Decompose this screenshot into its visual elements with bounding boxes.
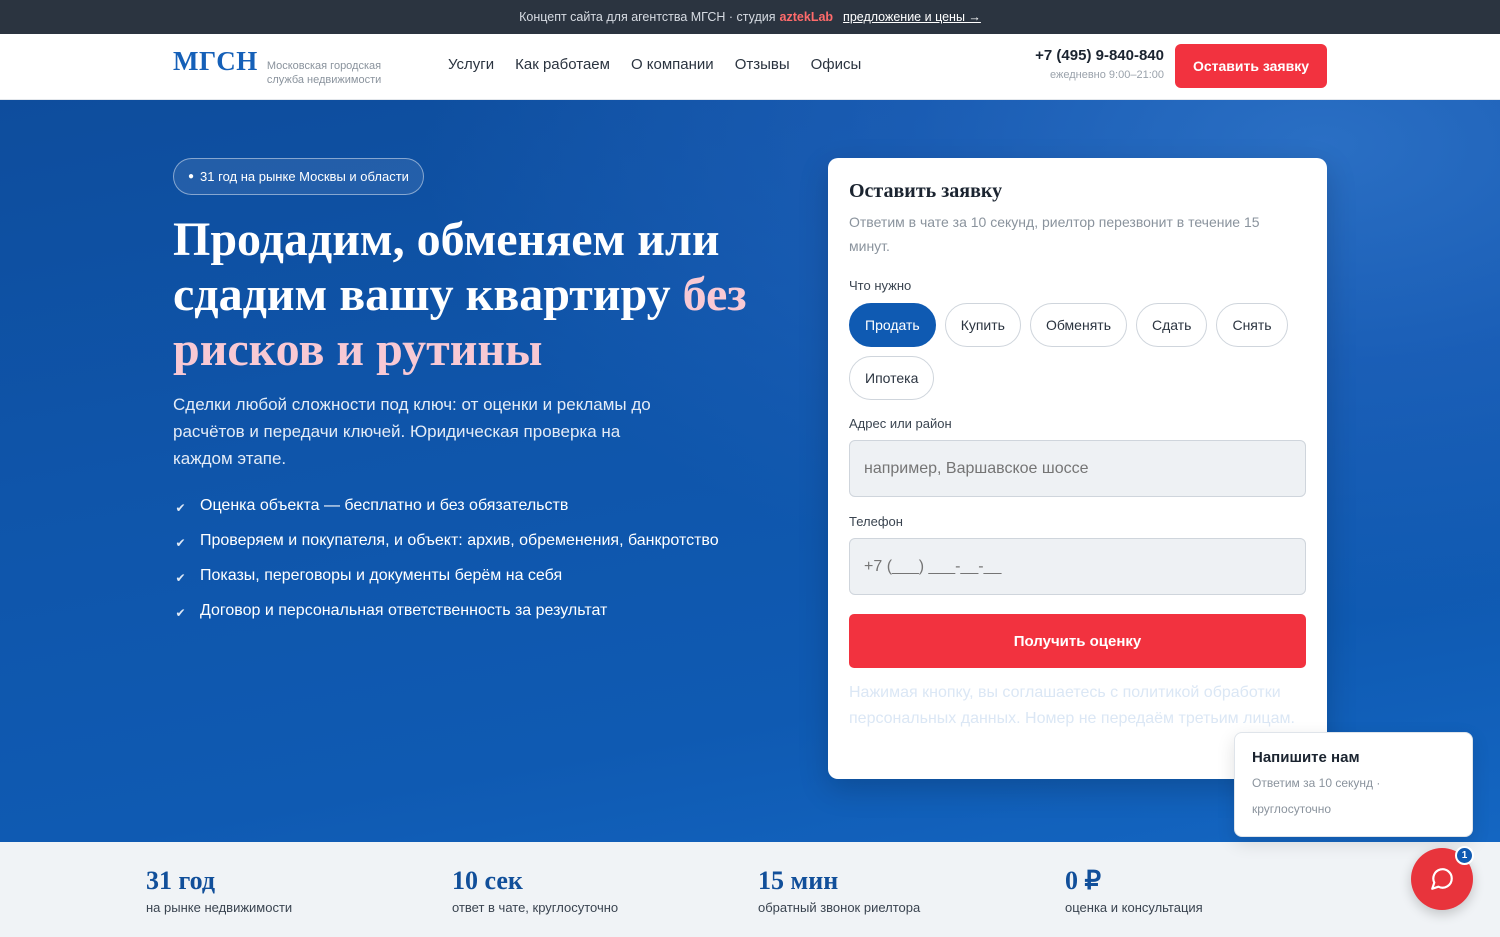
logo[interactable]: МГСН Московская городская служба недвижи… [173,48,397,87]
option-rent-out[interactable]: Сдать [1135,303,1208,347]
experience-badge: ● 31 год на рынке Москвы и области [173,158,424,195]
nav-item-about[interactable]: О компании [631,56,714,73]
nav-item-reviews[interactable]: Отзывы [735,56,790,73]
hero-title: Продадим, обменяем или сдадим вашу кварт… [173,212,773,377]
check-icon: ✔ [175,570,186,585]
chat-subtitle: Ответим за 10 секунд · круглосуточно [1252,776,1381,816]
stat-label: обратный звонок риелтора [758,900,921,915]
option-sell[interactable]: Продать [849,303,936,347]
hero-section: ● 31 год на рынке Москвы и области Прода… [0,100,1500,842]
stat-label: на рынке недвижимости [146,900,293,915]
phone-input[interactable] [849,538,1306,595]
privacy-notice: Нажимая кнопку, вы соглашаетесь с полити… [849,684,1295,727]
get-estimate-button[interactable]: Получить оценку [849,614,1306,668]
stat-label: оценка и консультация [1065,900,1203,915]
stat-item: 10 сек ответ в чате, круглосуточно [452,866,618,915]
hero-title-main: Продадим, обменяем или сдадим вашу кварт… [173,213,720,321]
studio-name: aztekLab [779,10,834,24]
check-icon: ✔ [175,500,186,515]
stat-label: ответ в чате, круглосуточно [452,900,619,915]
phone-number[interactable]: +7 (495) 9-840-840 [1035,47,1164,64]
option-buy[interactable]: Купить [944,303,1021,347]
header-request-button[interactable]: Оставить заявку [1175,44,1327,88]
stat-value: 15 мин [758,866,839,895]
bullet-icon: ● [188,171,195,182]
stat-item: 31 год на рынке недвижимости [146,866,292,915]
stat-value: 10 сек [452,866,523,895]
logo-subtitle: Московская городская служба недвижимости [266,60,382,86]
service-options: Продать Купить Обменять Сдать Снять Ипот… [849,303,1309,400]
request-form: Оставить заявку Ответим в чате за 10 сек… [828,158,1327,779]
promo-link[interactable]: предложение и цены → [843,10,981,24]
stat-item: 0 ₽ оценка и консультация [1065,866,1203,915]
benefit-text: Договор и персональная ответственность з… [200,601,608,619]
stat-value: 0 ₽ [1065,866,1102,895]
benefit-text: Показы, переговоры и документы берём на … [200,566,563,584]
main-nav: Услуги Как работаем О компании Отзывы Оф… [448,56,861,73]
need-label: Что нужно [849,278,912,293]
working-hours: ежедневно 9:00–21:00 [1050,69,1164,81]
list-item: ✔ Показы, переговоры и документы берём на… [173,558,719,593]
nav-item-services[interactable]: Услуги [448,56,494,73]
benefit-text: Проверяем и покупателя, и объект: архив,… [200,531,719,549]
stats-bar: 31 год на рынке недвижимости 10 сек отве… [0,842,1500,937]
option-rent[interactable]: Снять [1216,303,1288,347]
unread-count-badge: 1 [1455,846,1474,865]
contact-block: +7 (495) 9-840-840 ежедневно 9:00–21:00 [1035,47,1164,81]
chat-popup[interactable]: Напишите нам Ответим за 10 секунд · круг… [1234,732,1473,837]
stat-value: 31 год [146,866,216,895]
list-item: ✔ Проверяем и покупателя, и объект: архив… [173,523,719,558]
phone-label: Телефон [849,514,903,529]
address-label: Адрес или район [849,416,952,431]
address-input[interactable] [849,440,1306,497]
benefit-text: Оценка объекта — бесплатно и без обязате… [200,496,569,514]
chat-title: Напишите нам [1252,749,1360,766]
check-icon: ✔ [175,605,186,620]
hero-lead: Сделки любой сложности под ключ: от оцен… [173,395,651,468]
form-subtitle: Ответим в чате за 10 секунд, риелтор пер… [849,214,1260,254]
stat-item: 15 мин обратный звонок риелтора [758,866,920,915]
list-item: ✔ Оценка объекта — бесплатно и без обязат… [173,488,719,523]
logo-mark: МГСН [173,46,258,76]
option-exchange[interactable]: Обменять [1029,303,1127,347]
badge-text: 31 год на рынке Москвы и области [200,169,409,184]
form-title: Оставить заявку [849,180,1003,202]
option-mortgage[interactable]: Ипотека [849,356,935,400]
promo-bar: Концепт сайта для агентства МГСН · студи… [0,0,1500,34]
chat-bubble-icon [1431,868,1453,890]
site-header: МГСН Московская городская служба недвижи… [0,34,1500,100]
list-item: ✔ Договор и персональная ответственность … [173,593,719,628]
nav-item-offices[interactable]: Офисы [811,56,862,73]
benefits-list: ✔ Оценка объекта — бесплатно и без обязат… [173,488,719,628]
check-icon: ✔ [175,535,186,550]
promo-text: Концепт сайта для агентства МГСН · студи… [519,10,776,24]
nav-item-how-we-work[interactable]: Как работаем [515,56,610,73]
